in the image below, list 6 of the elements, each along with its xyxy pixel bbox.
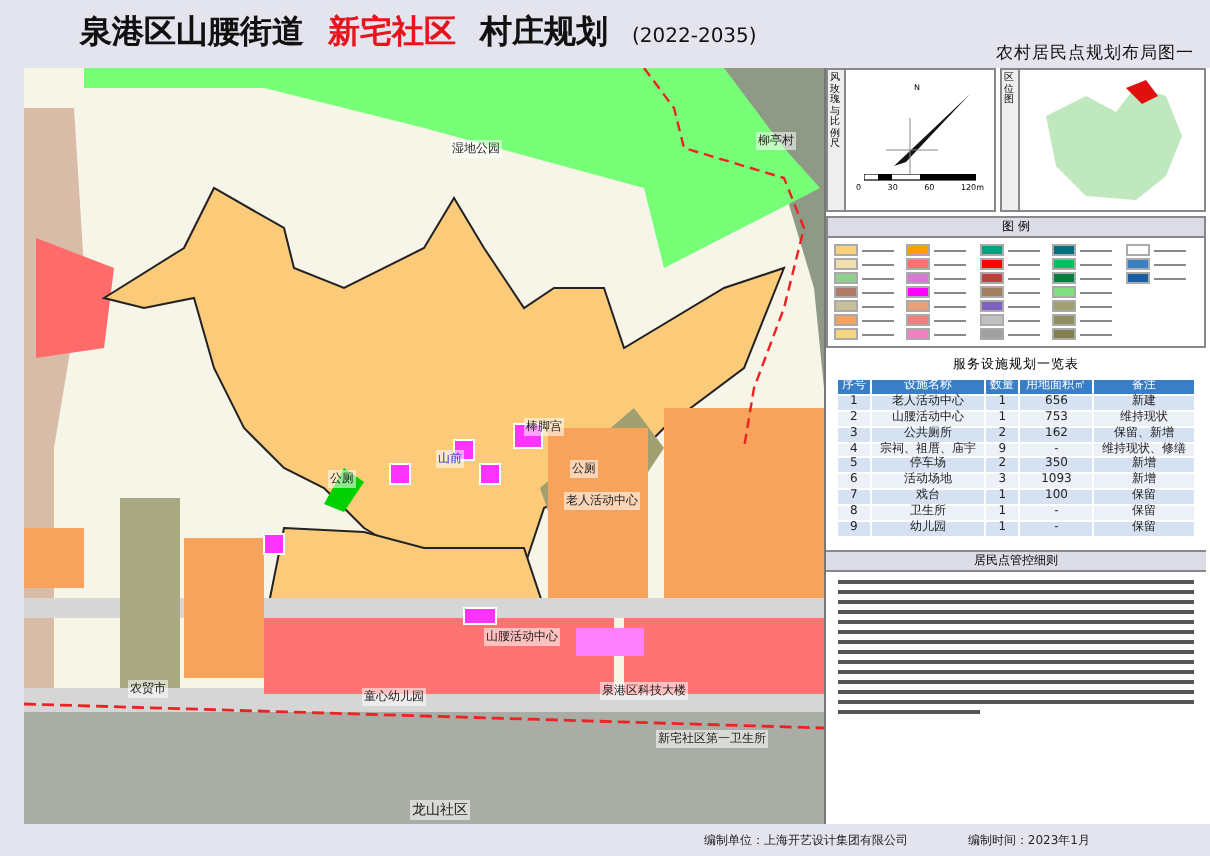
- years-text: (2022-2035): [632, 26, 757, 48]
- title-text: 泉港区山腰街道: [80, 12, 304, 54]
- scale-bar-icon: [864, 173, 976, 181]
- subtitle: 农村居民点规划布局图一: [996, 42, 1194, 68]
- title-text: 新宅社区: [328, 12, 456, 54]
- title-text: 村庄规划: [480, 12, 608, 54]
